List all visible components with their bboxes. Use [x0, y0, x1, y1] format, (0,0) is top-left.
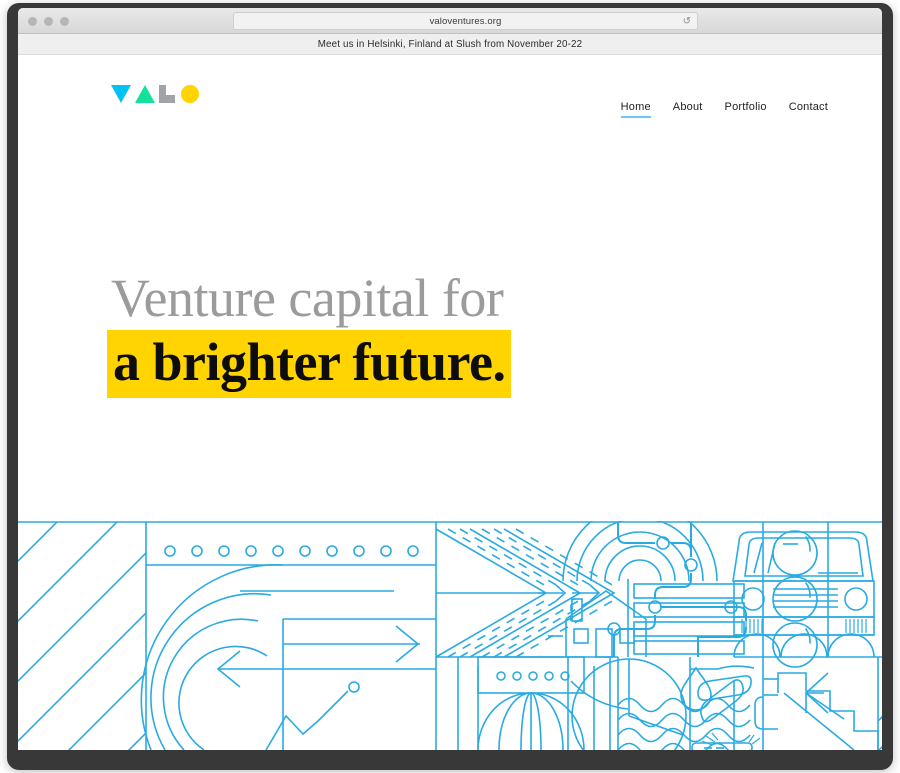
announcement-text: Meet us in Helsinki, Finland at Slush fr… — [317, 38, 583, 50]
van-front — [732, 531, 882, 658]
main-navigation: Home About Portfolio Contact — [620, 101, 828, 118]
diagonal-hatch-panel — [18, 522, 146, 750]
staircase-with-arrow — [762, 657, 879, 750]
logo-triangle-up-icon — [135, 85, 155, 103]
desktop-backdrop: valoventures.org ↺ Meet us in Helsinki, … — [0, 0, 900, 773]
maximize-window-button[interactable] — [60, 17, 69, 26]
site-header: Home About Portfolio Contact — [18, 55, 882, 155]
line-chart-with-node — [265, 681, 360, 750]
nav-item-home[interactable]: Home — [620, 101, 651, 118]
browser-window-content: valoventures.org ↺ Meet us in Helsinki, … — [18, 8, 882, 750]
hero-headline-line-1: Venture capital for — [111, 268, 504, 328]
window-controls[interactable] — [28, 17, 69, 26]
hero-headline-line-2: a brighter future. — [107, 330, 512, 398]
hero-section: Venture capital for a brighter future. — [107, 268, 512, 398]
address-bar[interactable]: valoventures.org ↺ — [233, 12, 698, 30]
concentric-arcs — [140, 564, 284, 750]
nav-item-about[interactable]: About — [673, 101, 703, 118]
logo-triangle-down-icon — [111, 85, 131, 103]
nav-item-portfolio[interactable]: Portfolio — [725, 101, 767, 118]
browser-titlebar: valoventures.org ↺ — [18, 8, 882, 34]
concentric-rings-sun — [562, 521, 718, 582]
announcement-bar: Meet us in Helsinki, Finland at Slush fr… — [18, 34, 882, 55]
valo-logo[interactable] — [111, 85, 199, 107]
logo-circle-icon — [181, 85, 199, 103]
logo-l-block-icon — [159, 85, 175, 103]
hero-illustration-band — [18, 521, 882, 750]
reload-icon[interactable]: ↺ — [683, 16, 691, 28]
page-content: Home About Portfolio Contact Venture cap… — [18, 55, 882, 750]
pie-chart — [571, 658, 687, 750]
illustration-svg — [18, 521, 882, 750]
circle-row — [164, 545, 419, 557]
url-text: valoventures.org — [429, 15, 502, 27]
minimize-window-button[interactable] — [44, 17, 53, 26]
right-arrow — [283, 625, 420, 663]
close-window-button[interactable] — [28, 17, 37, 26]
house — [548, 590, 647, 710]
browser-window: valoventures.org ↺ Meet us in Helsinki, … — [7, 3, 893, 770]
nav-item-contact[interactable]: Contact — [789, 101, 828, 118]
diagonal-hatch-panel-right — [878, 715, 882, 750]
